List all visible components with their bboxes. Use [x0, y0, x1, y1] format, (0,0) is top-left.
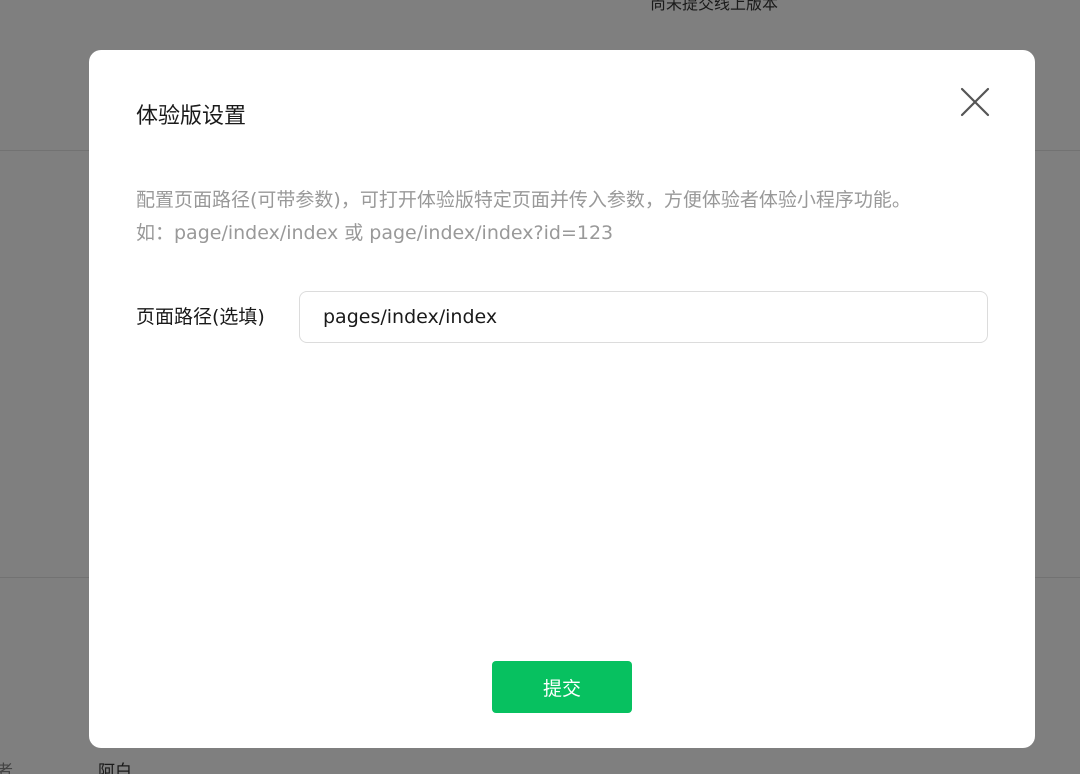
submit-button[interactable]: 提交 — [492, 661, 632, 713]
dialog-description: 配置页面路径(可带参数)，可打开体验版特定页面并传入参数，方便体验者体验小程序功… — [136, 184, 911, 250]
page-path-label: 页面路径(选填) — [136, 306, 265, 328]
close-button[interactable] — [957, 84, 993, 120]
close-icon — [960, 87, 990, 117]
description-line: 配置页面路径(可带参数)，可打开体验版特定页面并传入参数，方便体验者体验小程序功… — [136, 189, 911, 211]
dialog-title: 体验版设置 — [136, 104, 247, 129]
trial-version-settings-dialog: 体验版设置 配置页面路径(可带参数)，可打开体验版特定页面并传入参数，方便体验者… — [89, 50, 1035, 748]
description-example: 如：page/index/index 或 page/index/index?id… — [136, 222, 614, 244]
page-path-input[interactable] — [299, 291, 988, 343]
